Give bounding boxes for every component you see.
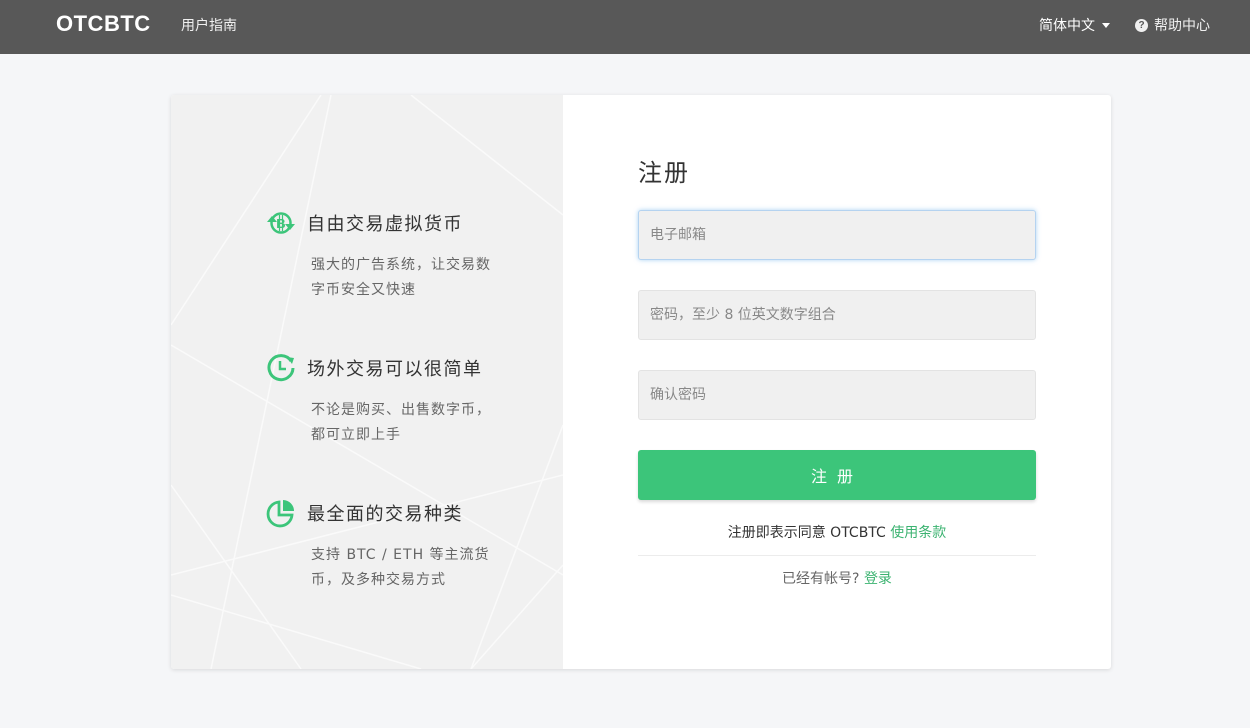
features-panel: B 自由交易虚拟货币 强大的广告系统，让交易数 字币安全又快速 场外交易可以很简… <box>171 95 563 669</box>
terms-link[interactable]: 使用条款 <box>890 525 946 541</box>
password-field[interactable] <box>638 290 1036 340</box>
nav-user-guide[interactable]: 用户指南 <box>181 15 237 35</box>
pie-chart-icon <box>266 500 294 528</box>
svg-text:B: B <box>276 216 285 231</box>
feature-desc-line: 强大的广告系统，让交易数 <box>311 257 491 273</box>
feature-title: 最全面的交易种类 <box>307 504 463 525</box>
feature-desc-line: 支持 BTC / ETH 等主流货 <box>311 547 490 563</box>
divider <box>638 555 1036 556</box>
bitcoin-exchange-icon: B <box>267 212 295 234</box>
register-form: 注册 注册 注册即表示同意 OTCBTC 使用条款 已经有帐号? 登录 <box>563 95 1111 669</box>
language-dropdown[interactable]: 简体中文 <box>1039 15 1110 35</box>
feature-item: 最全面的交易种类 支持 BTC / ETH 等主流货 币，及多种交易方式 <box>265 497 511 593</box>
question-circle-icon: ? <box>1135 18 1148 32</box>
feature-description: 强大的广告系统，让交易数 字币安全又快速 <box>311 253 511 303</box>
language-label: 简体中文 <box>1039 18 1095 34</box>
email-field[interactable] <box>638 210 1036 260</box>
top-navbar: OTCBTC 用户指南 简体中文 ? 帮助中心 <box>0 0 1250 54</box>
feature-desc-line: 都可立即上手 <box>311 427 401 443</box>
login-prefix: 已经有帐号? <box>782 571 864 587</box>
feature-title: 场外交易可以很简单 <box>307 359 483 380</box>
login-link[interactable]: 登录 <box>864 571 892 587</box>
feature-item: B 自由交易虚拟货币 强大的广告系统，让交易数 字币安全又快速 <box>265 207 511 303</box>
feature-description: 支持 BTC / ETH 等主流货 币，及多种交易方式 <box>311 543 511 593</box>
feature-desc-line: 币，及多种交易方式 <box>311 572 446 588</box>
form-title: 注册 <box>638 159 690 187</box>
feature-item: 场外交易可以很简单 不论是购买、出售数字币， 都可立即上手 <box>265 352 511 448</box>
caret-down-icon <box>1102 23 1110 28</box>
brand-logo[interactable]: OTCBTC <box>56 11 151 37</box>
feature-desc-line: 字币安全又快速 <box>311 282 416 298</box>
register-button[interactable]: 注册 <box>638 450 1036 500</box>
help-center-label: 帮助中心 <box>1154 18 1210 34</box>
terms-notice: 注册即表示同意 OTCBTC 使用条款 <box>638 522 1036 542</box>
feature-desc-line: 不论是购买、出售数字币， <box>311 402 491 418</box>
help-center-link[interactable]: ? 帮助中心 <box>1135 15 1210 35</box>
feature-description: 不论是购买、出售数字币， 都可立即上手 <box>311 398 511 448</box>
register-card: B 自由交易虚拟货币 强大的广告系统，让交易数 字币安全又快速 场外交易可以很简… <box>171 95 1111 669</box>
confirm-password-field[interactable] <box>638 370 1036 420</box>
login-prompt: 已经有帐号? 登录 <box>638 568 1036 588</box>
feature-title: 自由交易虚拟货币 <box>307 214 463 235</box>
terms-prefix: 注册即表示同意 OTCBTC <box>727 525 891 541</box>
clock-cycle-icon <box>267 354 295 382</box>
